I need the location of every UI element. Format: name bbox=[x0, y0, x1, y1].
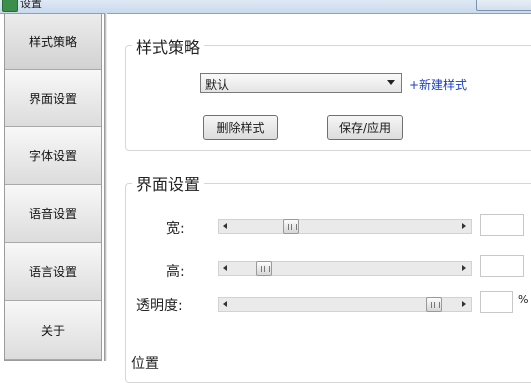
width-slider-thumb[interactable] bbox=[282, 219, 299, 234]
arrow-right-icon bbox=[462, 301, 466, 307]
sidebar-item-language-settings[interactable]: 语言设置 bbox=[5, 243, 101, 301]
grip-icon bbox=[260, 266, 270, 272]
sidebar-item-label: 语言设置 bbox=[28, 265, 77, 279]
delete-style-label: 删除样式 bbox=[216, 121, 265, 135]
opacity-label: 透明度: bbox=[136, 298, 183, 314]
height-slider[interactable] bbox=[218, 261, 472, 276]
sidebar-item-voice-settings[interactable]: 语音设置 bbox=[5, 185, 101, 243]
arrow-right-icon bbox=[462, 265, 466, 271]
arrow-left-icon bbox=[223, 301, 227, 307]
sidebar-item-label: 关于 bbox=[40, 323, 65, 338]
save-apply-button[interactable]: 保存/应用 bbox=[327, 115, 403, 140]
sidebar-item-label: 样式策略 bbox=[28, 35, 77, 49]
delete-style-button[interactable]: 删除样式 bbox=[203, 115, 278, 140]
opacity-input[interactable] bbox=[480, 291, 513, 313]
window-controls[interactable] bbox=[476, 0, 531, 11]
height-input[interactable] bbox=[480, 255, 524, 277]
ui-settings-group bbox=[125, 183, 531, 383]
height-label: 高: bbox=[166, 264, 185, 280]
chevron-down-icon bbox=[387, 80, 395, 85]
opacity-slider-thumb[interactable] bbox=[426, 297, 443, 312]
panel-divider bbox=[104, 13, 107, 361]
new-style-link[interactable]: +新建样式 bbox=[409, 76, 467, 93]
sidebar-item-label: 语音设置 bbox=[28, 207, 77, 221]
grip-icon bbox=[287, 224, 297, 230]
arrow-right-icon bbox=[462, 223, 466, 229]
height-slider-thumb[interactable] bbox=[255, 261, 272, 276]
width-slider[interactable] bbox=[218, 219, 472, 234]
style-select-value: 默认 bbox=[205, 78, 230, 92]
grip-icon bbox=[431, 302, 441, 308]
sidebar-item-ui-settings[interactable]: 界面设置 bbox=[5, 70, 101, 127]
title-bar: 设置 bbox=[0, 0, 531, 14]
opacity-slider[interactable] bbox=[218, 297, 472, 312]
sidebar-item-label: 界面设置 bbox=[28, 91, 77, 106]
sidebar: 样式策略 界面设置 字体设置 语音设置 语言设置 关于 bbox=[4, 13, 102, 361]
width-input[interactable] bbox=[480, 214, 524, 236]
style-select[interactable]: 默认 bbox=[200, 73, 402, 93]
percent-sign: % bbox=[518, 293, 529, 306]
sidebar-item-label: 字体设置 bbox=[28, 149, 77, 163]
app-icon bbox=[2, 0, 18, 12]
style-strategy-title: 样式策略 bbox=[132, 34, 205, 58]
sidebar-item-style-strategy[interactable]: 样式策略 bbox=[5, 14, 101, 70]
sidebar-item-about[interactable]: 关于 bbox=[5, 301, 101, 360]
save-apply-label: 保存/应用 bbox=[338, 121, 392, 135]
sidebar-item-font-settings[interactable]: 字体设置 bbox=[5, 127, 101, 185]
position-section-title: 位置 bbox=[131, 356, 159, 372]
width-label: 宽: bbox=[166, 221, 185, 237]
ui-settings-title: 界面设置 bbox=[132, 171, 205, 195]
arrow-left-icon bbox=[223, 223, 227, 229]
window-title: 设置 bbox=[20, 0, 42, 10]
arrow-left-icon bbox=[223, 265, 227, 271]
